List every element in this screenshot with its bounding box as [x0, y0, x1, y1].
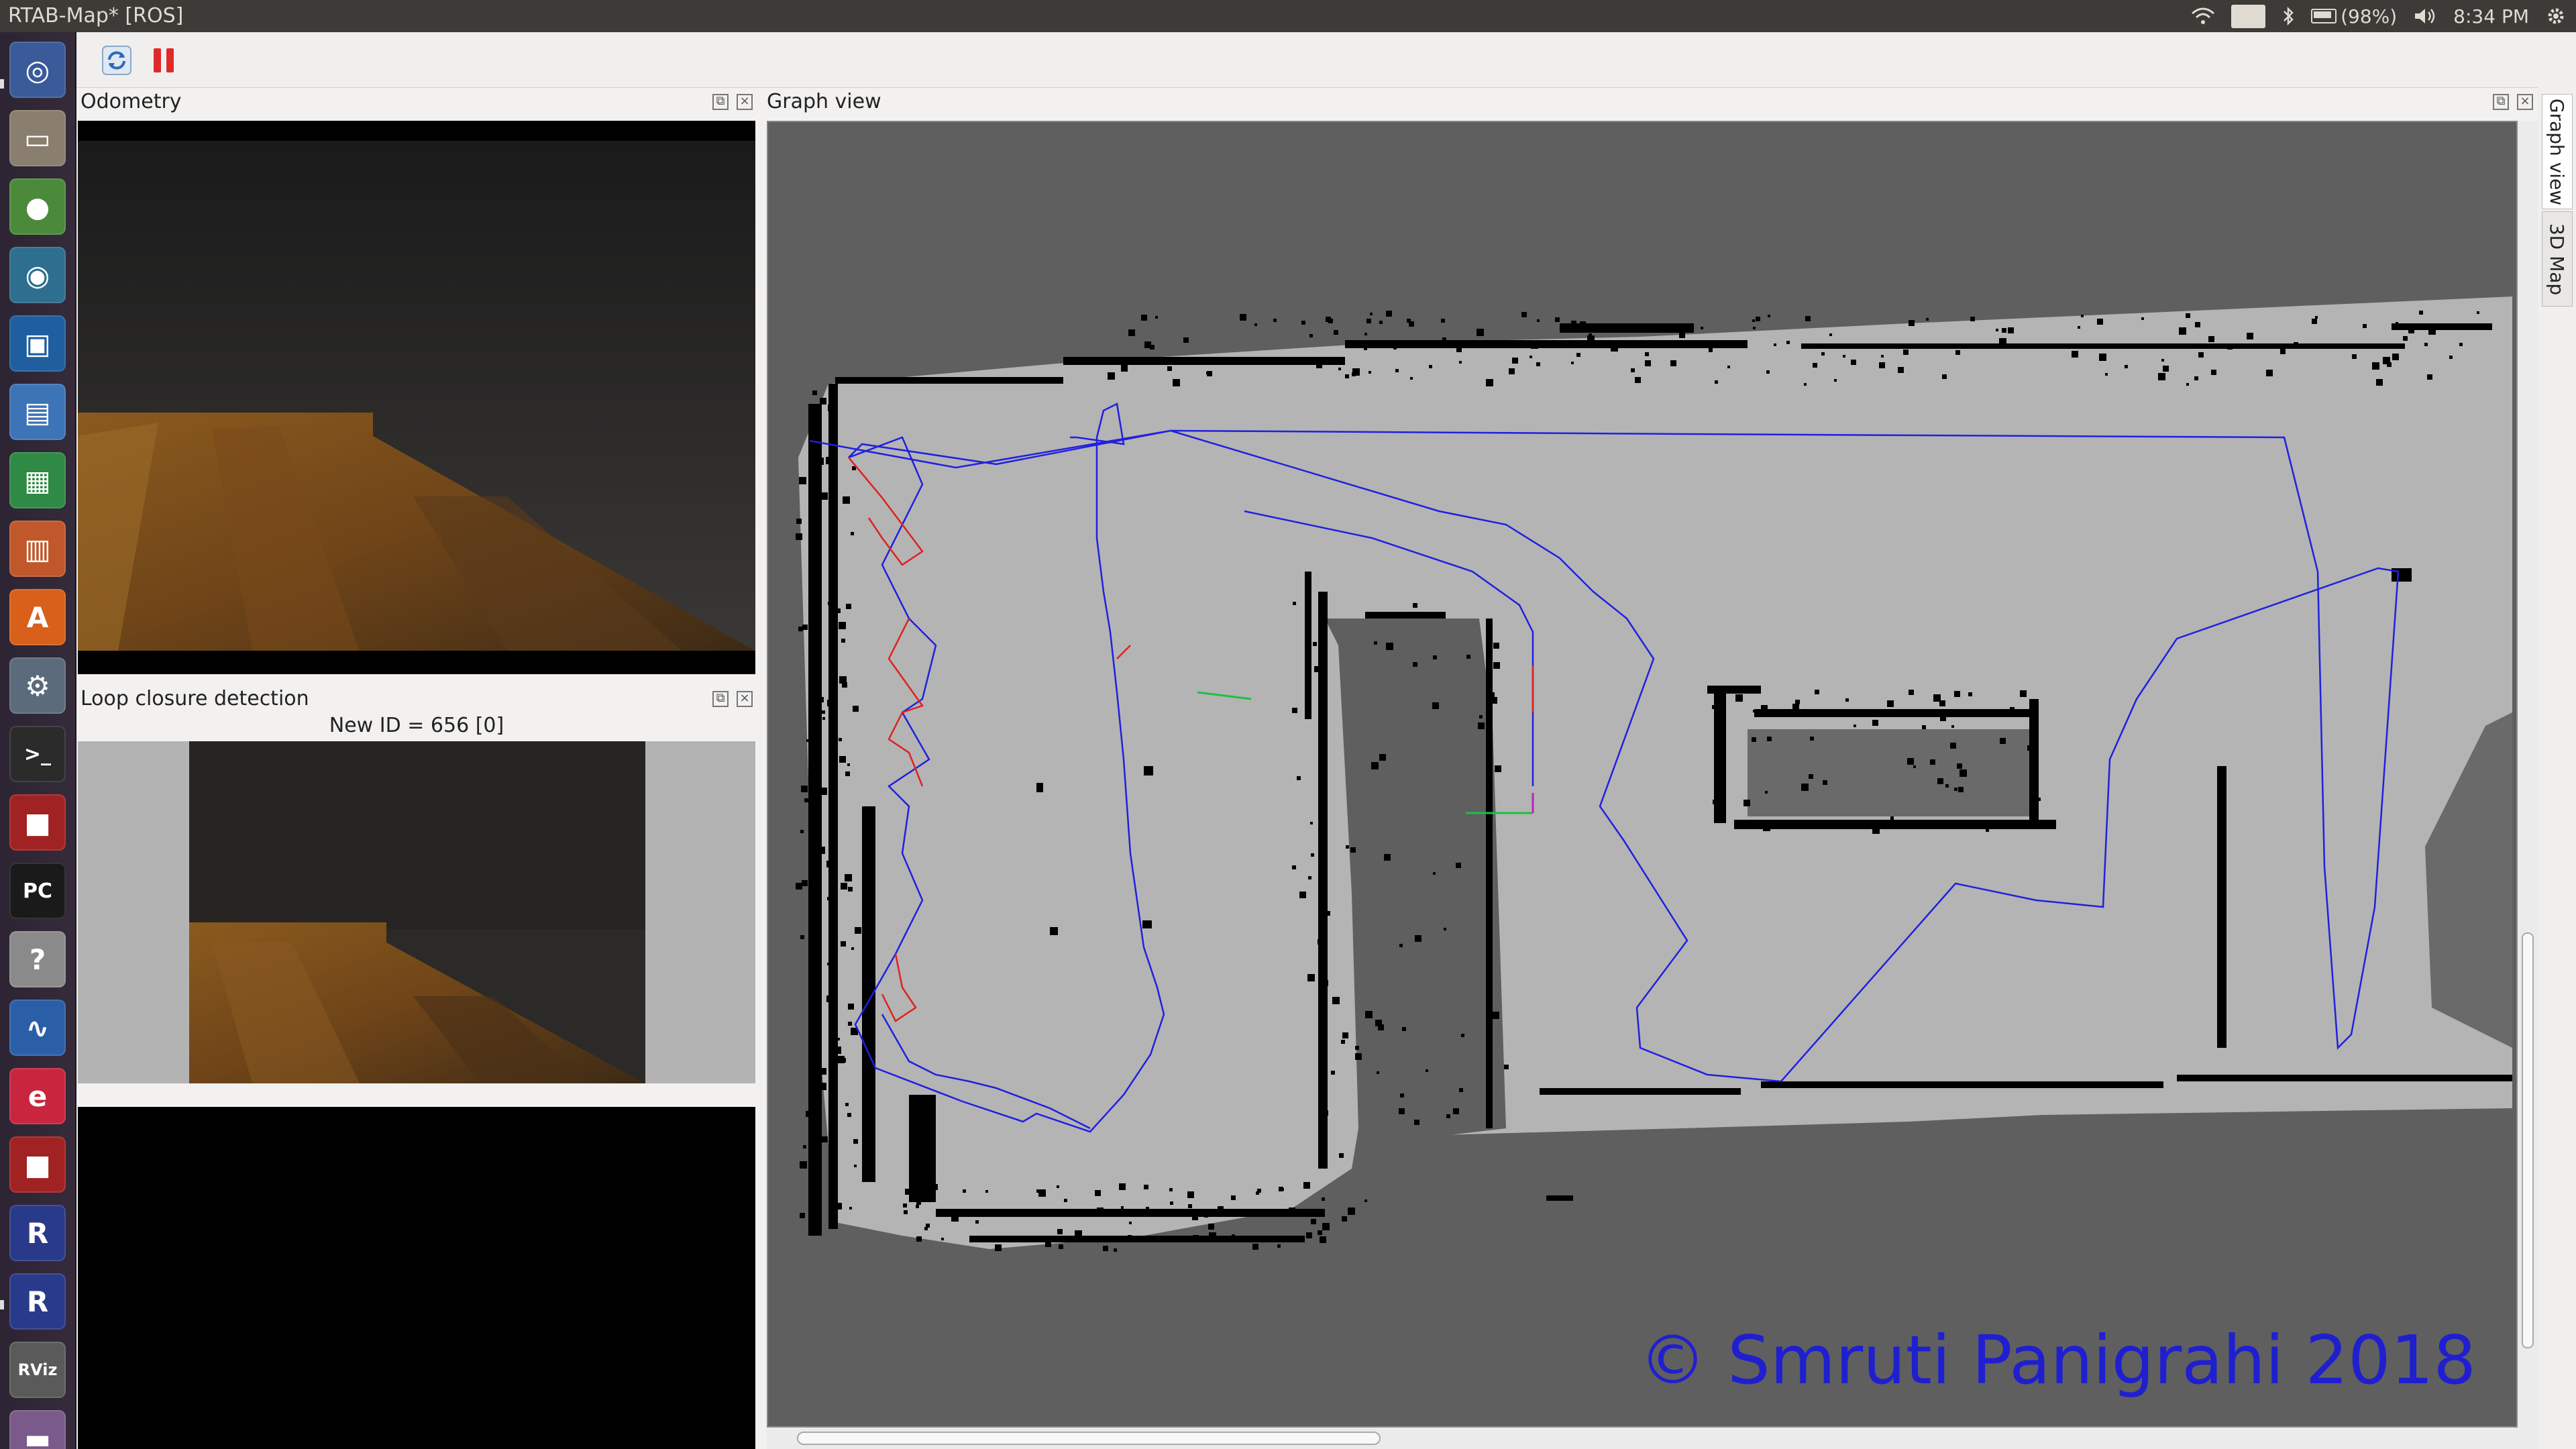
pycharm-icon[interactable]: PC	[9, 863, 66, 919]
loop-closure-dock-title: Loop closure detection	[80, 687, 309, 710]
close-dock-icon[interactable]: ×	[737, 94, 753, 110]
graph-view-dock-title: Graph view	[767, 90, 881, 113]
clock[interactable]: 8:34 PM	[2453, 5, 2529, 28]
tab-3d-map[interactable]: 3D Map	[2542, 211, 2573, 307]
writer-icon[interactable]: ▤	[9, 384, 66, 440]
trash-icon[interactable]: ▬	[9, 1410, 66, 1449]
empty-dock-area	[78, 1107, 755, 1449]
odometry-image-view	[78, 121, 755, 674]
window-title: RTAB-Map* [ROS]	[8, 4, 184, 28]
refresh-icon	[102, 46, 131, 75]
rviz-icon[interactable]: RViz	[9, 1342, 66, 1398]
graph-vertical-scrollbar[interactable]	[2518, 121, 2538, 1428]
files-icon[interactable]: ▭	[9, 110, 66, 166]
monitor-icon[interactable]: ∿	[9, 1000, 66, 1056]
software-center-icon[interactable]: A	[9, 589, 66, 645]
occupancy-map	[796, 297, 2512, 1252]
odometry-dock-title: Odometry	[80, 90, 182, 113]
main-toolbar	[76, 32, 2576, 88]
copyright-watermark: © Smruti Panigrahi 2018	[1639, 1321, 2476, 1399]
side-tab-bar: Graph view 3D Map	[2538, 87, 2576, 1449]
battery-icon	[2311, 9, 2337, 23]
help-icon[interactable]: ?	[9, 931, 66, 987]
pause-icon	[154, 48, 174, 72]
chrome-icon[interactable]: ●	[9, 178, 66, 235]
browser-icon[interactable]: ◉	[9, 247, 66, 303]
eclipse-icon[interactable]: e	[9, 1068, 66, 1124]
battery-indicator[interactable]: (98%)	[2311, 5, 2397, 28]
graph-view-canvas[interactable]: © Smruti Panigrahi 2018	[767, 121, 2518, 1428]
running-indicator	[0, 1300, 4, 1309]
odometry-dock-controls: ⧉ ×	[712, 89, 753, 115]
settings-icon[interactable]: ⚙	[9, 657, 66, 714]
close-dock-icon[interactable]: ×	[737, 691, 753, 707]
system-gear-icon[interactable]	[2545, 5, 2567, 27]
graph-dock-controls: ⧉ ×	[2493, 89, 2533, 115]
app-red2-icon[interactable]: ■	[9, 1136, 66, 1193]
graph-horizontal-scrollbar[interactable]	[767, 1428, 2538, 1449]
impress-icon[interactable]: ▥	[9, 521, 66, 577]
terminal-icon[interactable]: >_	[9, 726, 66, 782]
float-dock-icon[interactable]: ⧉	[2493, 94, 2509, 110]
keyboard-language-indicator[interactable]: En	[2231, 4, 2266, 28]
volume-icon[interactable]	[2413, 7, 2437, 25]
running-indicator	[0, 79, 4, 89]
new-id-label: New ID = 656 [0]	[329, 714, 504, 737]
calc-icon[interactable]: ▦	[9, 452, 66, 508]
system-tray: En (98%) 8:34 PM	[2191, 0, 2576, 32]
rtabmap2-icon[interactable]: R	[9, 1273, 66, 1330]
ubuntu-dash-icon[interactable]: ◎	[9, 42, 66, 98]
pause-button[interactable]	[144, 40, 184, 80]
loop-dock-controls: ⧉ ×	[712, 686, 753, 712]
bluetooth-icon[interactable]	[2282, 6, 2295, 26]
loop-closure-image-view	[78, 741, 755, 1083]
close-dock-icon[interactable]: ×	[2517, 94, 2533, 110]
virtualbox-icon[interactable]: ▣	[9, 315, 66, 372]
rtabmap-icon[interactable]: R	[9, 1205, 66, 1261]
tab-graph-view[interactable]: Graph view	[2542, 94, 2573, 209]
scroll-thumb[interactable]	[2522, 932, 2534, 1348]
wifi-icon[interactable]	[2191, 7, 2215, 25]
float-dock-icon[interactable]: ⧉	[712, 94, 729, 110]
float-dock-icon[interactable]: ⧉	[712, 691, 729, 707]
launcher: ◎ ▭ ● ◉ ▣ ▤ ▦ ▥ A ⚙ >_ ■ PC? ∿ e ■ R R RViz ▬	[0, 32, 76, 1449]
refresh-button[interactable]	[97, 40, 137, 80]
scroll-thumb[interactable]	[797, 1432, 1381, 1445]
top-panel: RTAB-Map* [ROS] En (98%) 8:34 PM	[0, 0, 2576, 32]
app-red-icon[interactable]: ■	[9, 794, 66, 851]
battery-percent: (98%)	[2341, 5, 2398, 28]
